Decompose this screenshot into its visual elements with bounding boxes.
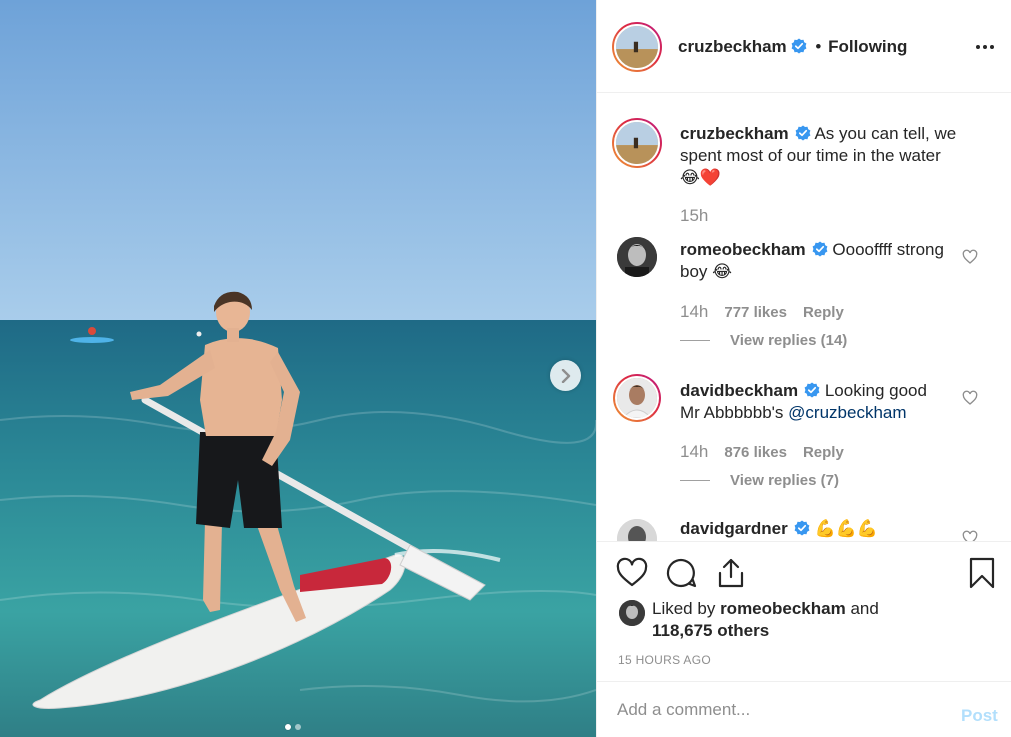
header-user-line: cruzbeckham • Following xyxy=(678,37,907,57)
avatar-image xyxy=(617,237,657,277)
heart-icon[interactable] xyxy=(615,556,649,590)
commenter-avatar[interactable] xyxy=(617,519,657,541)
comment-meta: 14h 777 likes Reply xyxy=(680,302,860,322)
post-details-panel: cruzbeckham • Following cruzbeckham As y… xyxy=(596,0,1011,737)
verified-icon xyxy=(804,382,820,398)
following-button[interactable]: Following xyxy=(828,37,907,56)
share-icon[interactable] xyxy=(714,556,748,590)
post-comment-button[interactable]: Post xyxy=(961,706,998,726)
comment-body: 💪💪💪 xyxy=(814,519,878,539)
like-comment-heart-icon[interactable] xyxy=(962,249,978,265)
likes-count[interactable]: 118,675 others xyxy=(652,621,769,640)
header-separator: • xyxy=(815,37,822,56)
post-timestamp[interactable]: 15 HOURS AGO xyxy=(618,653,711,667)
like-comment-heart-icon[interactable] xyxy=(962,390,978,406)
commenter-avatar[interactable] xyxy=(613,374,661,422)
comment-text: davidbeckham Looking good Mr Abbbbbb's @… xyxy=(680,380,950,424)
verified-icon xyxy=(791,38,807,54)
comment-timestamp[interactable]: 14h xyxy=(680,302,708,321)
caption-emojis: 😂❤️ xyxy=(680,168,722,188)
post-header: cruzbeckham • Following xyxy=(597,0,1011,93)
liked-by-avatar[interactable] xyxy=(619,600,645,626)
comment-likes[interactable]: 777 likes xyxy=(724,304,787,321)
avatar-image xyxy=(616,26,658,68)
replies-divider xyxy=(680,340,710,341)
liked-by-connector: and xyxy=(850,599,879,618)
reply-button[interactable]: Reply xyxy=(803,444,844,461)
liked-by-prefix: Liked by xyxy=(652,599,716,618)
next-arrow-icon xyxy=(561,368,570,383)
author-username[interactable]: cruzbeckham xyxy=(678,37,787,56)
liked-by-text: Liked by romeobeckham and 118,675 others xyxy=(652,598,952,642)
carousel-dot-active xyxy=(285,724,291,730)
view-replies-label: View replies (7) xyxy=(730,472,839,489)
caption-text: cruzbeckham As you can tell, we spent mo… xyxy=(680,123,970,189)
comment-username[interactable]: davidbeckham xyxy=(680,381,798,400)
comments-list[interactable]: cruzbeckham As you can tell, we spent mo… xyxy=(597,94,1011,541)
reply-button[interactable]: Reply xyxy=(803,304,844,321)
comment-username[interactable]: davidgardner xyxy=(680,519,788,538)
author-avatar[interactable] xyxy=(612,22,662,72)
verified-icon xyxy=(795,125,811,141)
avatar-image xyxy=(619,600,645,626)
verified-icon xyxy=(794,520,810,536)
comment-likes[interactable]: 876 likes xyxy=(724,444,787,461)
caption-avatar[interactable] xyxy=(612,118,662,168)
like-comment-heart-icon[interactable] xyxy=(962,530,978,541)
caption-username[interactable]: cruzbeckham xyxy=(680,124,789,143)
post-photo[interactable] xyxy=(0,0,596,737)
avatar-image xyxy=(617,519,657,541)
more-options-button[interactable] xyxy=(973,36,997,58)
avatar-image xyxy=(617,378,657,418)
add-comment-input[interactable] xyxy=(617,694,937,726)
comment-icon[interactable] xyxy=(664,556,698,590)
replies-divider xyxy=(680,480,710,481)
caption-meta: 15h xyxy=(680,206,724,226)
post-actions: Liked by romeobeckham and 118,675 others… xyxy=(597,541,1011,681)
comment-meta: 14h 876 likes Reply xyxy=(680,442,860,462)
avatar-image xyxy=(616,122,658,164)
bookmark-icon[interactable] xyxy=(965,556,999,590)
comment-text: romeobeckham Ooooffff strong boy 😂 xyxy=(680,239,950,283)
carousel-indicator xyxy=(285,724,301,730)
comment-text: davidgardner 💪💪💪 xyxy=(680,518,950,540)
carousel-dot xyxy=(295,724,301,730)
photo-image xyxy=(0,0,596,737)
comment-timestamp[interactable]: 14h xyxy=(680,442,708,461)
next-photo-button[interactable] xyxy=(550,360,581,391)
comment-username[interactable]: romeobeckham xyxy=(680,240,806,259)
verified-icon xyxy=(812,241,828,257)
add-comment-bar: Post xyxy=(597,681,1011,737)
commenter-avatar[interactable] xyxy=(617,237,657,277)
mention-link[interactable]: @cruzbeckham xyxy=(788,403,906,422)
liked-by-user[interactable]: romeobeckham xyxy=(720,599,846,618)
comment-emoji: 😂 xyxy=(712,262,733,282)
view-replies-button[interactable]: View replies (7) xyxy=(680,472,839,489)
caption-timestamp[interactable]: 15h xyxy=(680,206,708,225)
more-options-icon xyxy=(976,45,980,49)
view-replies-button[interactable]: View replies (14) xyxy=(680,332,847,349)
view-replies-label: View replies (14) xyxy=(730,332,848,349)
